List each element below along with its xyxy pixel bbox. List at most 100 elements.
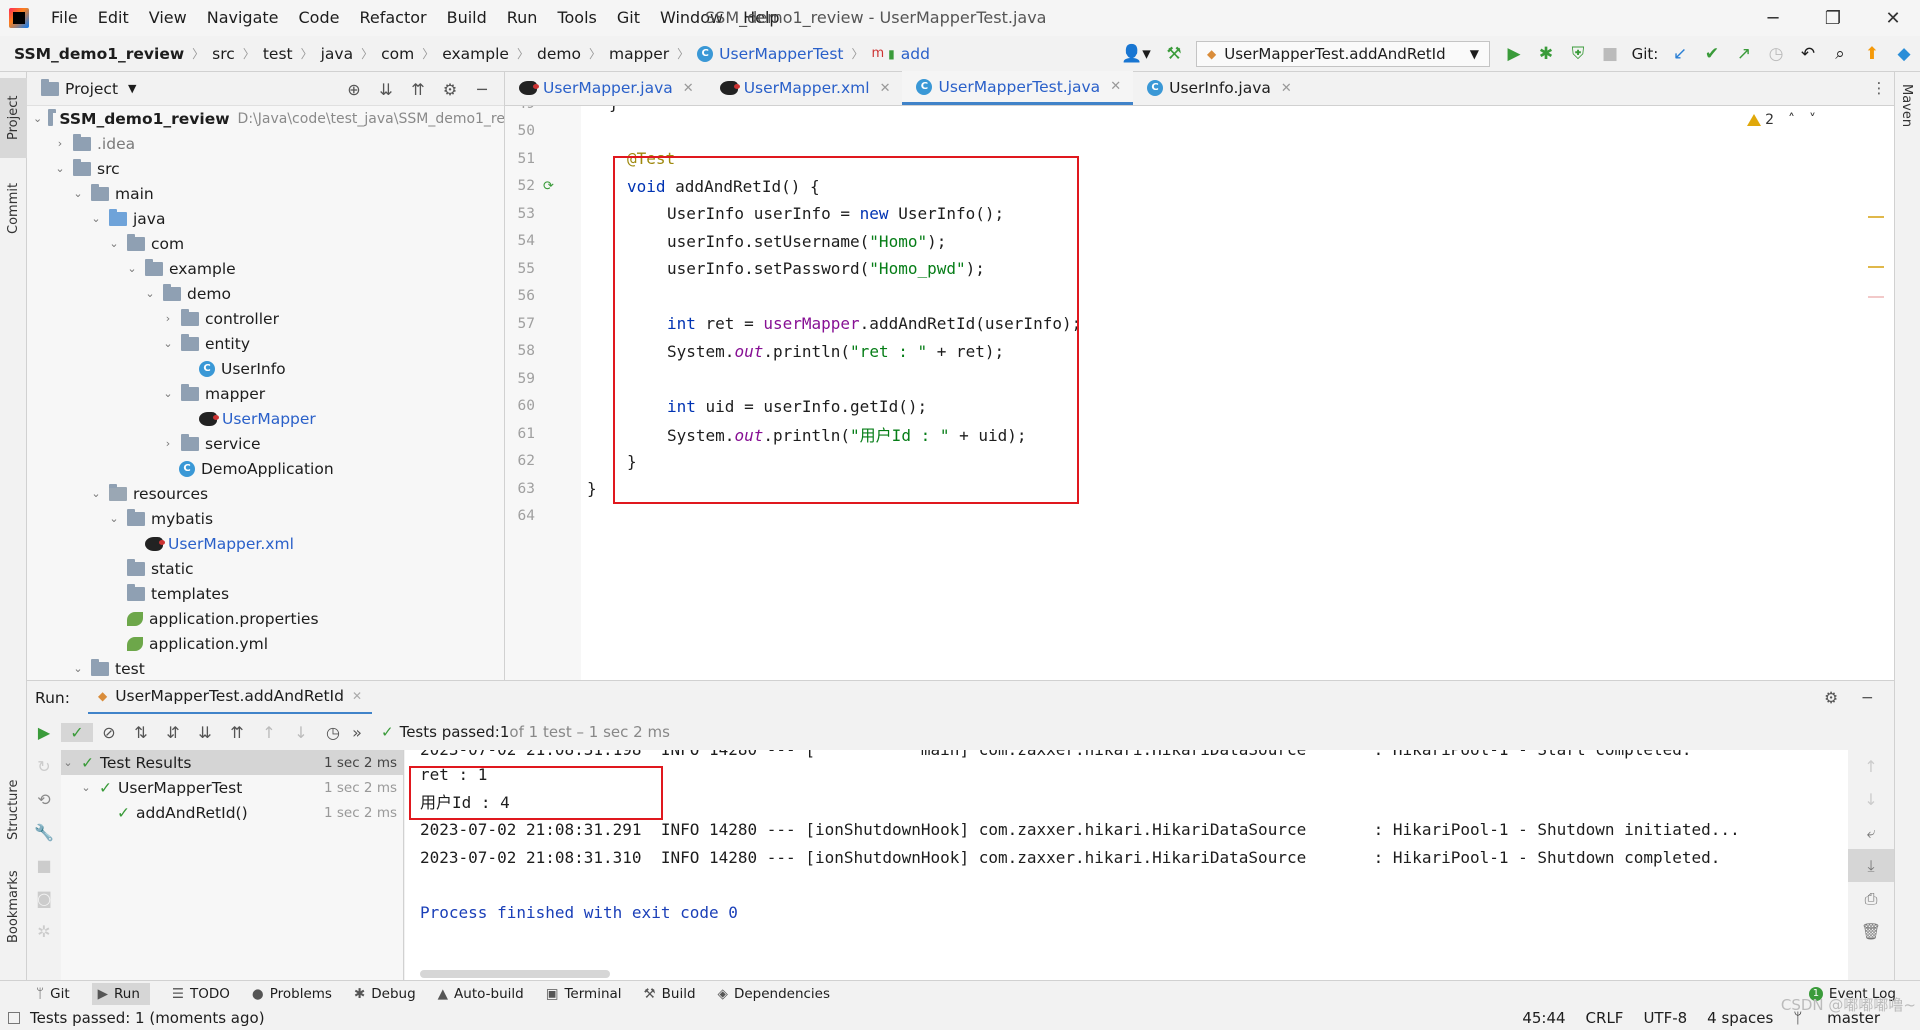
run-tab[interactable]: ◆ UserMapperTest.addAndRetId ✕	[87, 681, 373, 715]
close-icon[interactable]: ✕	[1281, 81, 1292, 96]
arrow-down-icon[interactable]: ↓	[1848, 783, 1894, 816]
tree-item-root[interactable]: ⌄ SSM_demo1_review D:\Java\code\test_java\…	[27, 106, 504, 131]
gear-icon[interactable]: ⚙	[434, 80, 466, 99]
close-icon[interactable]: ✕	[683, 81, 694, 96]
stop-icon[interactable]: ■	[27, 849, 61, 882]
rerun-icon[interactable]: ▶	[27, 723, 61, 742]
close-window-button[interactable]: ✕	[1870, 0, 1916, 36]
tab-usermappertest-java[interactable]: C UserMapperTest.java ✕	[902, 71, 1134, 105]
stop-icon[interactable]: ■	[1594, 36, 1626, 72]
tree-item-src[interactable]: ⌄ src	[27, 156, 504, 181]
test-results-row[interactable]: ⌄ ✓ Test Results 1 sec 2 ms	[61, 750, 403, 775]
menu-file[interactable]: File	[41, 0, 88, 36]
breadcrumb-mapper[interactable]: mapper	[609, 45, 669, 63]
sort-alpha-icon[interactable]: ⇅	[125, 723, 157, 742]
tab-usermapper-xml[interactable]: UserMapper.xml ✕	[706, 71, 903, 105]
breadcrumb-method[interactable]: add	[901, 45, 930, 63]
breadcrumb-demo[interactable]: demo	[537, 45, 581, 63]
scroll-to-end-icon[interactable]: ⤓	[1848, 849, 1894, 882]
tree-item-application-properties[interactable]: application.properties	[27, 606, 504, 631]
git-update-icon[interactable]: ↙	[1664, 36, 1696, 72]
build-hammer-icon[interactable]: ⚒	[1158, 36, 1190, 72]
gear-icon[interactable]: ⚙	[1824, 689, 1838, 707]
history-icon[interactable]: ◷	[317, 723, 349, 742]
indent-setting[interactable]: 4 spaces	[1707, 1009, 1773, 1027]
search-icon[interactable]: ⌕	[1824, 36, 1856, 72]
close-icon[interactable]: ✕	[1110, 79, 1121, 94]
tree-item-resources[interactable]: ⌄ resources	[27, 481, 504, 506]
warning-marker[interactable]	[1868, 266, 1884, 268]
tree-item-usermapper[interactable]: UserMapper	[27, 406, 504, 431]
menu-edit[interactable]: Edit	[88, 0, 139, 36]
test-method-row[interactable]: ✓ addAndRetId() 1 sec 2 ms	[61, 800, 403, 825]
toggle-tool-windows-icon[interactable]	[8, 1012, 20, 1024]
history-icon[interactable]: ◷	[1760, 36, 1792, 72]
test-class-row[interactable]: ⌄ ✓ UserMapperTest 1 sec 2 ms	[61, 775, 403, 800]
menu-code[interactable]: Code	[289, 0, 350, 36]
locate-icon[interactable]: ⊕	[338, 80, 370, 99]
coverage-icon[interactable]: ⛨	[1562, 36, 1594, 72]
tree-item-example[interactable]: ⌄ example	[27, 256, 504, 281]
menu-build[interactable]: Build	[437, 0, 497, 36]
tree-item-templates[interactable]: templates	[27, 581, 504, 606]
show-passed-icon[interactable]: ✓	[61, 722, 93, 742]
tab-auto-build[interactable]: ▲ Auto-build	[438, 986, 524, 1002]
tree-item-demo[interactable]: ⌄ demo	[27, 281, 504, 306]
close-icon[interactable]: ✕	[880, 81, 891, 96]
collapse-all-icon[interactable]: ⇈	[402, 80, 434, 99]
horizontal-scrollbar[interactable]	[420, 970, 610, 978]
tree-item-mapper[interactable]: ⌄ mapper	[27, 381, 504, 406]
console-output[interactable]: 2023-07-02 21:08:31.198 INFO 14280 --- […	[405, 750, 1848, 980]
run-test-gutter-icon[interactable]: ⟳	[543, 179, 554, 194]
tree-item-controller[interactable]: › controller	[27, 306, 504, 331]
tab-userinfo-java[interactable]: C UserInfo.java ✕	[1133, 71, 1304, 105]
tree-item-demoapplication[interactable]: C DemoApplication	[27, 456, 504, 481]
maven-tool-tab[interactable]: Maven	[1899, 84, 1914, 127]
tree-item-application-yml[interactable]: application.yml	[27, 631, 504, 656]
arrow-up-icon[interactable]: ↑	[1848, 750, 1894, 783]
expand-all-icon[interactable]: ⇊	[189, 723, 221, 742]
update-icon[interactable]: ⬆	[1856, 36, 1888, 72]
more-tabs-icon[interactable]: ⋮	[1864, 71, 1894, 105]
breadcrumb-example[interactable]: example	[442, 45, 509, 63]
tab-problems[interactable]: ● Problems	[252, 986, 332, 1002]
collapse-all-icon[interactable]: ⇈	[221, 723, 253, 742]
tree-item-userinfo[interactable]: C UserInfo	[27, 356, 504, 381]
hide-icon[interactable]: ─	[1863, 689, 1872, 707]
chevron-down-icon[interactable]: ˅	[1809, 112, 1816, 128]
run-configuration-select[interactable]: ◆ UserMapperTest.addAndRetId ▼	[1196, 41, 1490, 67]
breadcrumb-java[interactable]: java	[321, 45, 353, 63]
user-icon[interactable]: 👤▾	[1114, 36, 1158, 72]
code-editor[interactable]: 49} 50 51@Test 52⟳void addAndRetId() { 5…	[505, 106, 1894, 680]
jetbrains-toolbox-icon[interactable]: ◆	[1888, 36, 1920, 72]
tree-item-service[interactable]: › service	[27, 431, 504, 456]
breadcrumb-com[interactable]: com	[381, 45, 414, 63]
tab-run[interactable]: ▶ Run	[91, 982, 150, 1005]
trash-icon[interactable]: 🗑	[1848, 915, 1894, 948]
status-message[interactable]: Tests passed: 1 (moments ago)	[30, 1009, 265, 1027]
tab-todo[interactable]: ☰ TODO	[172, 986, 230, 1002]
close-icon[interactable]: ✕	[352, 689, 362, 703]
menu-run[interactable]: Run	[497, 0, 548, 36]
git-push-icon[interactable]: ↗	[1728, 36, 1760, 72]
breadcrumb-src[interactable]: src	[212, 45, 235, 63]
tab-debug[interactable]: ✱ Debug	[354, 986, 416, 1002]
project-tool-tab[interactable]: Project	[0, 78, 27, 158]
tab-terminal[interactable]: ▣ Terminal	[546, 986, 622, 1002]
tree-item-mybatis[interactable]: ⌄ mybatis	[27, 506, 504, 531]
tree-item-entity[interactable]: ⌄ entity	[27, 331, 504, 356]
tree-item-main[interactable]: ⌄ main	[27, 181, 504, 206]
wrench-icon[interactable]: 🔧	[27, 816, 61, 849]
commit-tool-tab[interactable]: Commit	[0, 168, 27, 248]
pin-icon[interactable]: ✲	[27, 915, 61, 948]
tree-item-static[interactable]: static	[27, 556, 504, 581]
chevron-up-icon[interactable]: ˄	[1788, 112, 1795, 128]
more-icon[interactable]: »	[349, 723, 365, 742]
print-icon[interactable]: ⎙	[1848, 882, 1894, 915]
menu-tools[interactable]: Tools	[547, 0, 606, 36]
chevron-down-icon[interactable]: ▼	[128, 82, 136, 95]
menu-navigate[interactable]: Navigate	[197, 0, 289, 36]
file-encoding[interactable]: UTF-8	[1643, 1009, 1687, 1027]
sort-duration-icon[interactable]: ⇵	[157, 723, 189, 742]
warnings-badge[interactable]: 2 ˄ ˅	[1747, 112, 1816, 128]
